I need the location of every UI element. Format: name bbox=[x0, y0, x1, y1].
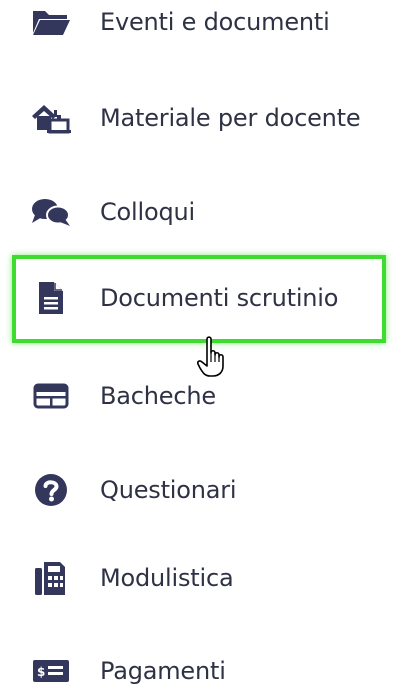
menu-item-label: Colloqui bbox=[100, 198, 195, 226]
menu-item-documenti-scrutinio[interactable]: Documenti scrutinio bbox=[0, 268, 398, 328]
menu-item-label: Documenti scrutinio bbox=[100, 284, 339, 312]
money-bill-icon: $ bbox=[26, 653, 76, 689]
fax-form-icon bbox=[26, 560, 76, 596]
folder-open-icon bbox=[26, 4, 76, 40]
menu-item-label: Questionari bbox=[100, 476, 237, 504]
house-chalkboard-icon bbox=[26, 100, 76, 136]
menu-item-label: Bacheche bbox=[100, 382, 216, 410]
menu-item-label: Materiale per docente bbox=[100, 104, 361, 132]
menu-item-colloqui[interactable]: Colloqui bbox=[0, 182, 398, 242]
menu-item-modulistica[interactable]: Modulistica bbox=[0, 548, 398, 608]
menu-item-questionari[interactable]: Questionari bbox=[0, 460, 398, 520]
question-circle-icon bbox=[26, 472, 76, 508]
svg-text:$: $ bbox=[37, 665, 45, 679]
menu-item-eventi-e-documenti[interactable]: Eventi e documenti bbox=[0, 0, 398, 52]
menu-item-label: Modulistica bbox=[100, 564, 234, 592]
menu-item-label: Eventi e documenti bbox=[100, 8, 330, 36]
menu-item-label: Pagamenti bbox=[100, 657, 226, 685]
menu-item-bacheche[interactable]: Bacheche bbox=[0, 366, 398, 426]
sidebar-menu: Eventi e documenti Materiale per docente bbox=[0, 0, 398, 694]
chat-bubbles-icon bbox=[26, 194, 76, 230]
menu-item-pagamenti[interactable]: $ Pagamenti bbox=[0, 641, 398, 694]
menu-item-materiale-per-docente[interactable]: Materiale per docente bbox=[0, 88, 398, 148]
bulletin-board-icon bbox=[26, 378, 76, 414]
document-file-icon bbox=[26, 280, 76, 316]
